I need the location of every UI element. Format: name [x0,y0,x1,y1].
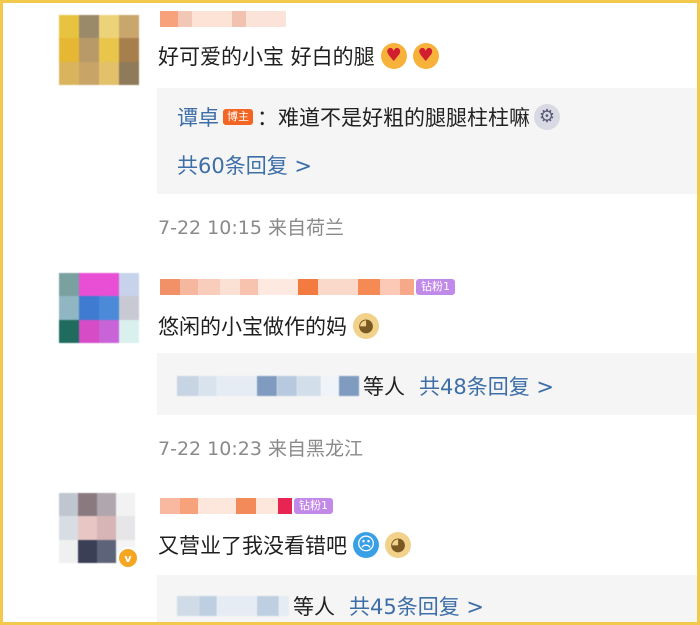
blogger-badge: 博主 [223,109,253,125]
heart-eyes-icon: ♥ [380,43,407,69]
blogger-reply[interactable]: 谭卓 博主 ： 难道不是好粗的腿腿柱柱嘛 ⚙ [177,102,560,132]
comment-body: 悠闲的小宝做作的妈 [158,315,347,339]
comment-section: 好可爱的小宝 好白的腿 ♥ ♥ 谭卓 博主 ： 难道不是好粗的腿腿柱柱嘛 ⚙ 共… [0,0,700,625]
comment-text: 又营业了我没看错吧 ☹ ◕ [158,530,411,560]
fan-badge: 钻粉1 [416,279,455,295]
reply-participants[interactable]: 等人 共45条回复 > [177,591,484,621]
reply-preview[interactable]: 谭卓 博主 ： 难道不是好粗的腿腿柱柱嘛 ⚙ 共60条回复 > [157,88,697,194]
reply-preview[interactable]: 等人 共45条回复 > [157,575,697,622]
doge-icon: ◕ [385,532,411,558]
heart-eyes-icon: ♥ [412,43,439,69]
view-replies-link[interactable]: 共60条回复 > [177,150,312,180]
username-blurred[interactable] [160,9,286,29]
comment-meta: 7-22 10:15 来自荷兰 [158,217,344,239]
comment-meta: 7-22 10:23 来自黑龙江 [158,438,363,460]
view-replies-link[interactable]: 共45条回复 > [349,591,484,621]
comment-text: 好可爱的小宝 好白的腿 ♥ ♥ [158,41,439,71]
reply-separator: ： [257,106,278,130]
comment-text: 悠闲的小宝做作的妈 ◕ [158,311,379,341]
avatar[interactable] [59,15,139,85]
reply-text: 难道不是好粗的腿腿柱柱嘛 [278,106,530,130]
username-blurred[interactable]: 钻粉1 [160,496,333,516]
others-suffix: 等人 [363,375,405,399]
fan-badge: 钻粉1 [294,498,333,514]
view-replies-link[interactable]: 共48条回复 > [419,371,554,401]
reply-author[interactable]: 谭卓 [177,102,219,132]
username-blurred[interactable]: 钻粉1 [160,277,455,297]
reply-participants[interactable]: 等人 共48条回复 > [177,371,554,401]
doge-icon: ◕ [353,313,379,339]
verified-badge: v [117,547,139,569]
avatar[interactable] [59,273,139,343]
comment-body: 好可爱的小宝 好白的腿 [158,45,375,69]
blue-face-icon: ☹ [353,532,379,558]
reply-preview[interactable]: 等人 共48条回复 > [157,353,697,415]
comment-body: 又营业了我没看错吧 [158,534,347,558]
others-suffix: 等人 [293,595,335,619]
robot-icon: ⚙ [534,104,560,130]
